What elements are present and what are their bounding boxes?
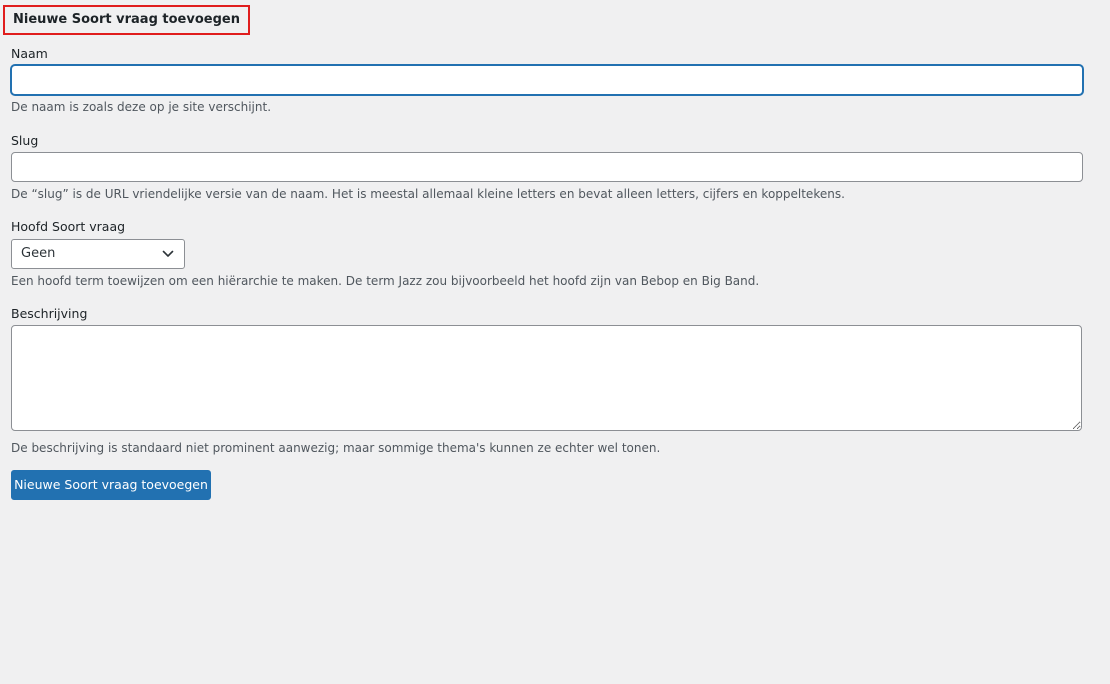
parent-selected-value: Geen [21, 246, 56, 261]
description-textarea[interactable] [11, 325, 1082, 431]
chevron-down-icon [162, 250, 174, 257]
name-label: Naam [11, 46, 48, 61]
slug-input[interactable] [11, 152, 1083, 182]
description-help: De beschrijving is standaard niet promin… [11, 441, 661, 455]
name-description: De naam is zoals deze op je site verschi… [11, 100, 272, 114]
add-term-button[interactable]: Nieuwe Soort vraag toevoegen [11, 470, 211, 500]
parent-select[interactable]: Geen [11, 239, 185, 269]
add-term-form: Nieuwe Soort vraag toevoegen Naam De naa… [0, 0, 1110, 684]
description-label: Beschrijving [11, 306, 88, 321]
slug-label: Slug [11, 133, 39, 148]
parent-description: Een hoofd term toewijzen om een hiërarch… [11, 274, 760, 288]
form-title: Nieuwe Soort vraag toevoegen [3, 5, 250, 35]
name-input[interactable] [11, 65, 1083, 95]
slug-description: De “slug” is de URL vriendelijke versie … [11, 187, 845, 201]
parent-label: Hoofd Soort vraag [11, 219, 126, 234]
